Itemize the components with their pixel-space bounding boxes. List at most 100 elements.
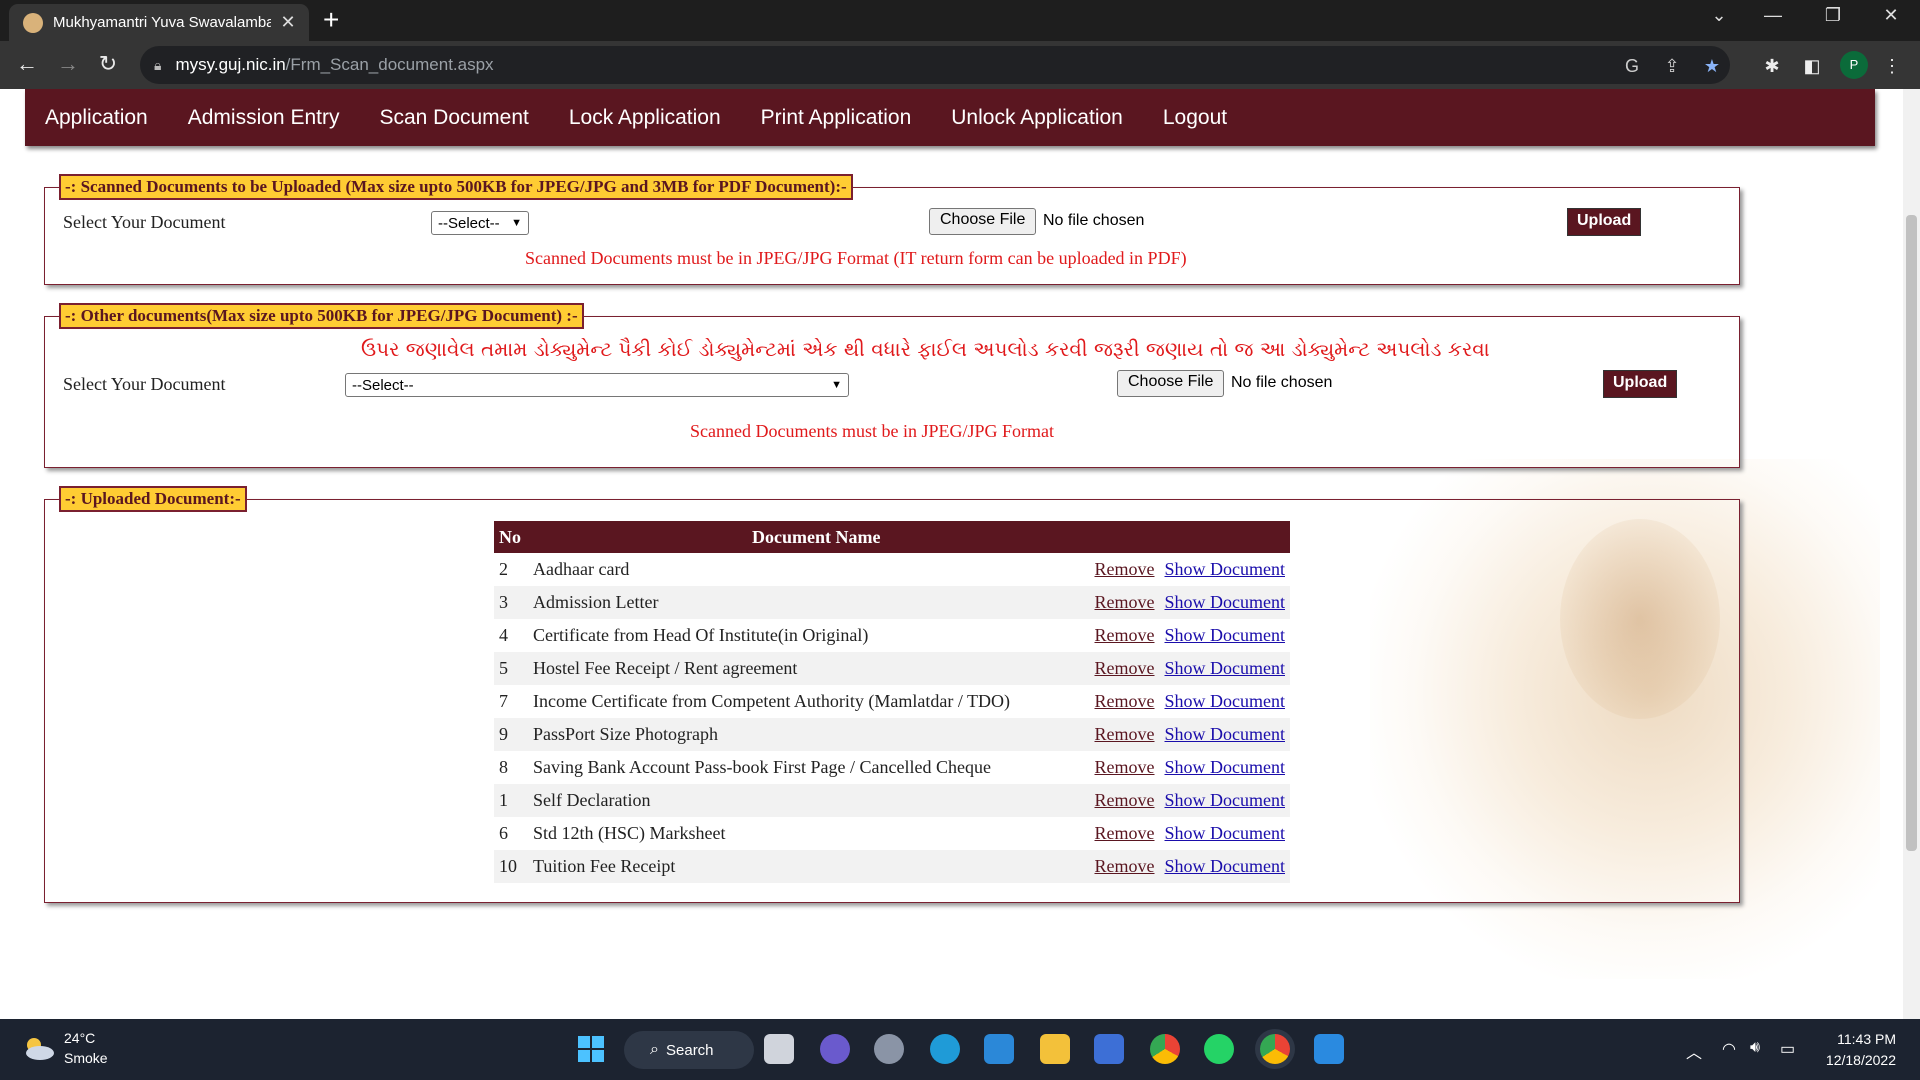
page-scrollbar[interactable] (1903, 89, 1920, 1019)
teams-chat-icon[interactable] (820, 1034, 850, 1064)
table-row: 7 Income Certificate from Competent Autho… (494, 685, 1290, 718)
show-document-link[interactable]: Show Document (1165, 658, 1286, 678)
taskbar-search[interactable]: ⌕ Search (624, 1031, 754, 1069)
show-document-link[interactable]: Show Document (1165, 592, 1286, 612)
page-content: Application Admission Entry Scan Documen… (0, 89, 1920, 1019)
close-tab-icon[interactable]: ✕ (277, 12, 299, 33)
other-document-select[interactable]: --Select-- ▼ (345, 373, 849, 397)
reload-icon[interactable]: ↻ (93, 51, 123, 77)
close-window-icon[interactable]: ✕ (1868, 5, 1914, 26)
format-note: Scanned Documents must be in JPEG/JPG Fo… (690, 421, 1054, 441)
show-document-link[interactable]: Show Document (1165, 559, 1286, 579)
clock-date[interactable]: 12/18/2022 (1818, 1052, 1896, 1068)
address-bar[interactable]: 🔒︎ mysy.guj.nic.in /Frm_Scan_document.as… (140, 46, 1730, 84)
show-document-link[interactable]: Show Document (1165, 625, 1286, 645)
show-document-link[interactable]: Show Document (1165, 724, 1286, 744)
side-panel-icon[interactable]: ◧ (1800, 54, 1824, 78)
menu-scan-document[interactable]: Scan Document (379, 106, 528, 130)
edge-browser-icon[interactable] (930, 1034, 960, 1064)
chrome-icon[interactable] (1150, 1034, 1180, 1064)
table-row: 10 Tuition Fee Receipt Remove Show Document (494, 850, 1290, 883)
remove-link[interactable]: Remove (1095, 823, 1155, 843)
google-icon[interactable]: G (1620, 54, 1644, 78)
row-number: 9 (494, 718, 528, 751)
menu-lock-application[interactable]: Lock Application (569, 106, 721, 130)
choose-file-button[interactable]: Choose File (1117, 370, 1225, 397)
menu-application[interactable]: Application (45, 106, 148, 130)
whatsapp-icon[interactable] (1204, 1034, 1234, 1064)
table-header-row: No Document Name (494, 521, 1290, 553)
menu-unlock-application[interactable]: Unlock Application (951, 106, 1123, 130)
forward-icon[interactable]: → (53, 51, 83, 77)
restore-icon[interactable]: ❐ (1810, 5, 1856, 26)
show-hidden-icons-chevron-icon[interactable]: ︿ (1686, 1039, 1702, 1063)
microsoft-store-icon[interactable] (1094, 1034, 1124, 1064)
row-number: 3 (494, 586, 528, 619)
remove-link[interactable]: Remove (1095, 658, 1155, 678)
document-name: Certificate from Head Of Institute(in Or… (533, 625, 869, 645)
remove-link[interactable]: Remove (1095, 592, 1155, 612)
scrollbar-thumb[interactable] (1906, 215, 1917, 851)
row-number: 8 (499, 757, 508, 777)
table-row: 2 Aadhaar card Remove Show Document (494, 553, 1290, 586)
menu-print-application[interactable]: Print Application (761, 106, 912, 130)
table-row: 9 PassPort Size Photograph Remove Show Docu… (494, 718, 1290, 751)
share-icon[interactable]: ⇪ (1660, 54, 1684, 78)
uploaded-documents-table: No Document Name 2 Aadhaar card Remove Show… (494, 521, 1290, 883)
new-tab-icon[interactable]: + (323, 6, 339, 34)
file-explorer-icon[interactable] (1040, 1034, 1070, 1064)
document-name: Aadhaar card (533, 559, 630, 579)
weather-smoke-icon[interactable] (20, 1033, 56, 1063)
back-icon[interactable]: ← (12, 51, 42, 77)
remove-link[interactable]: Remove (1095, 856, 1155, 876)
upload-button[interactable]: Upload (1567, 208, 1642, 236)
settings-gear-icon[interactable] (874, 1034, 904, 1064)
table-row: 8 Saving Bank Account Pass-book First Pag… (494, 751, 1290, 784)
select-value: --Select-- (438, 214, 500, 232)
show-document-link[interactable]: Show Document (1165, 691, 1286, 711)
url-path: /Frm_Scan_document.aspx (285, 55, 494, 74)
remove-link[interactable]: Remove (1095, 724, 1155, 744)
photos-app-icon[interactable] (1314, 1034, 1344, 1064)
show-document-link[interactable]: Show Document (1165, 856, 1286, 876)
main-menu-bar: Application Admission Entry Scan Documen… (25, 89, 1875, 146)
show-document-link[interactable]: Show Document (1165, 823, 1286, 843)
weather-temperature: 24°C (64, 1030, 96, 1046)
battery-icon[interactable]: ▭ (1780, 1039, 1795, 1059)
menu-admission-entry[interactable]: Admission Entry (188, 106, 340, 130)
mail-icon[interactable] (984, 1034, 1014, 1064)
clock-time[interactable]: 11:43 PM (1830, 1031, 1896, 1047)
profile-avatar[interactable]: P (1840, 51, 1868, 79)
row-number: 5 (494, 652, 528, 685)
remove-link[interactable]: Remove (1095, 625, 1155, 645)
wifi-icon[interactable]: ◠ (1722, 1039, 1736, 1059)
chrome-profile-icon[interactable] (1260, 1034, 1290, 1064)
browser-tab[interactable]: Mukhyamantri Yuva Swavalamba ✕ (9, 4, 309, 41)
volume-icon[interactable]: 🔊︎ (1750, 1039, 1760, 1057)
browser-toolbar: ← → ↻ 🔒︎ mysy.guj.nic.in /Frm_Scan_docum… (0, 41, 1920, 89)
show-document-link[interactable]: Show Document (1165, 757, 1286, 777)
file-status: No file chosen (1043, 212, 1145, 229)
minimize-icon[interactable]: — (1750, 5, 1796, 26)
remove-link[interactable]: Remove (1095, 691, 1155, 711)
browser-tab-bar: Mukhyamantri Yuva Swavalamba ✕ + ⌄ — ❐ ✕ (0, 0, 1920, 41)
choose-file-button[interactable]: Choose File (929, 208, 1037, 235)
upload-button[interactable]: Upload (1603, 370, 1678, 398)
task-view-icon[interactable] (764, 1034, 794, 1064)
lock-icon[interactable]: 🔒︎ (154, 57, 161, 74)
document-type-select[interactable]: --Select-- ▼ (431, 211, 529, 235)
remove-link[interactable]: Remove (1095, 559, 1155, 579)
column-header-document-name: Document Name (528, 521, 1290, 553)
remove-link[interactable]: Remove (1095, 790, 1155, 810)
table-row: 1 Self Declaration Remove Show Document (494, 784, 1290, 817)
remove-link[interactable]: Remove (1095, 757, 1155, 777)
select-document-label: Select Your Document (63, 374, 226, 394)
extensions-icon[interactable]: ✱ (1760, 54, 1784, 78)
row-number: 4 (499, 625, 508, 645)
bookmark-star-icon[interactable]: ★ (1700, 54, 1724, 78)
windows-start-icon[interactable] (576, 1034, 606, 1064)
menu-logout[interactable]: Logout (1163, 106, 1227, 130)
show-document-link[interactable]: Show Document (1165, 790, 1286, 810)
menu-kebab-icon[interactable]: ⋮ (1880, 54, 1904, 78)
tab-search-chevron-icon[interactable]: ⌄ (1696, 5, 1742, 26)
